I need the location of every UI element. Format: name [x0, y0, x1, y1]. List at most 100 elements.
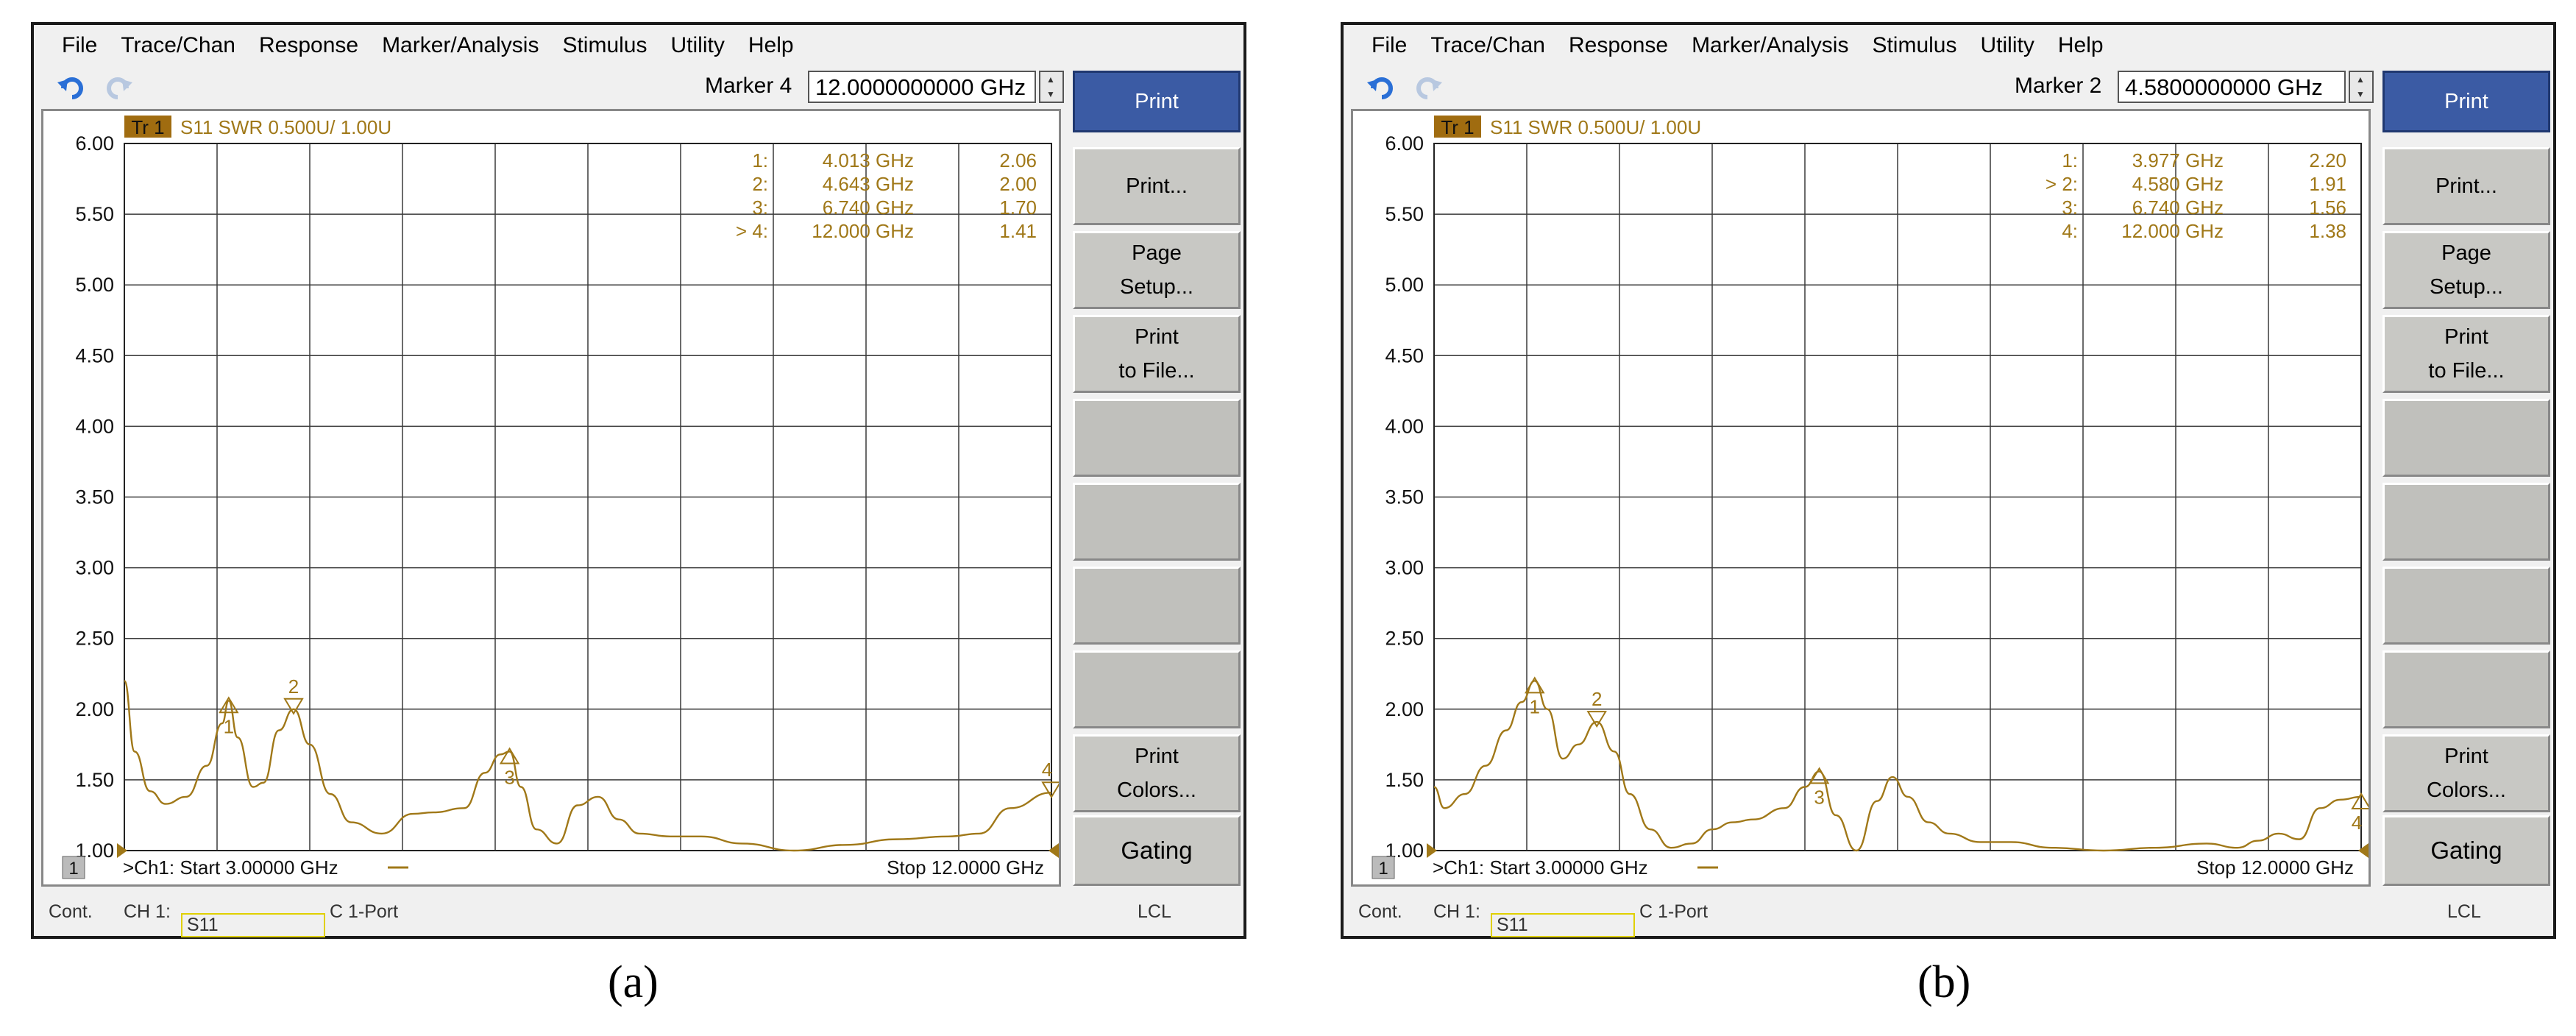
softkey-label: Setup...: [1120, 275, 1193, 299]
marker-table-id: 4:: [2062, 220, 2078, 242]
softkey-print-button[interactable]: Print...: [2382, 147, 2550, 225]
menu-bar: File Trace/Chan Response Marker/Analysis Sti…: [34, 25, 1243, 66]
y-tick-label: 2.00: [75, 698, 114, 720]
y-tick-label: 2.50: [1385, 628, 1424, 650]
softkey-label: Setup...: [2430, 275, 2503, 299]
marker-table-id: > 2:: [2045, 173, 2078, 195]
softkey-empty-6-button[interactable]: [1073, 567, 1241, 645]
menu-marker-analysis[interactable]: Marker/Analysis: [370, 25, 550, 66]
ref-arrow-left: [1427, 843, 1437, 858]
softkey-print-button[interactable]: Print...: [1073, 147, 1241, 225]
softkey-print-to-file-button[interactable]: Print to File...: [2382, 315, 2550, 393]
status-cont: Cont.: [1358, 901, 1402, 922]
softkey-empty-7-button[interactable]: [2382, 650, 2550, 728]
softkey-empty-7-button[interactable]: [1073, 650, 1241, 728]
y-tick-label: 4.00: [1385, 415, 1424, 437]
marker-2[interactable]: [1586, 711, 1607, 728]
marker-table-value: 2.06: [999, 149, 1037, 171]
toolbar: Marker 4 12.0000000000 GHz ▲ ▼: [34, 66, 1067, 109]
marker-spinner[interactable]: ▲ ▼: [2349, 71, 2374, 103]
softkey-label: to File...: [1118, 359, 1195, 383]
marker-table-freq: 6.740 GHz: [2132, 196, 2224, 219]
start-frequency: >Ch1: Start 3.00000 GHz: [123, 856, 338, 879]
trace-title: S11 SWR 0.500U/ 1.00U: [180, 116, 391, 138]
menu-response[interactable]: Response: [247, 25, 370, 66]
undo-icon[interactable]: [1366, 72, 1398, 102]
marker-table-value: 1.91: [2309, 173, 2346, 195]
toolbar: Marker 2 4.5800000000 GHz ▲ ▼: [1344, 66, 2377, 109]
softkey-label: Print: [2444, 745, 2488, 768]
softkey-gating-button[interactable]: Gating: [1073, 815, 1241, 886]
menu-utility[interactable]: Utility: [659, 25, 737, 66]
marker-label-3: 3: [1814, 786, 1824, 808]
softkey-print-colors-button[interactable]: Print Colors...: [1073, 734, 1241, 812]
marker-table-freq: 6.740 GHz: [823, 196, 914, 219]
status-cont: Cont.: [49, 901, 93, 922]
marker-spinner[interactable]: ▲ ▼: [1039, 71, 1064, 103]
softkey-print-button[interactable]: Print: [1073, 71, 1241, 132]
status-cal: C 1-Port: [1639, 901, 1709, 922]
menu-help[interactable]: Help: [737, 25, 806, 66]
marker-table-id: 1:: [2062, 149, 2078, 171]
marker-table-freq: 4.580 GHz: [2132, 173, 2224, 195]
softkey-empty-4-button[interactable]: [2382, 399, 2550, 477]
status-param[interactable]: S11: [1491, 913, 1635, 937]
menu-stimulus[interactable]: Stimulus: [1860, 25, 1968, 66]
softkey-label: to File...: [2428, 359, 2505, 383]
softkey-page-setup-button[interactable]: Page Setup...: [1073, 231, 1241, 309]
trace-display[interactable]: 6.00 5.50 5.00 4.50 4.00 3.50 3.00 2.50 2.00 1.50…: [1351, 109, 2371, 887]
marker-label-4: 4: [1042, 759, 1052, 781]
softkey-gating-button[interactable]: Gating: [2382, 815, 2550, 886]
trace-badge: Tr 1: [1441, 116, 1474, 138]
marker-label-4: 4: [2352, 812, 2362, 834]
menu-response[interactable]: Response: [1557, 25, 1680, 66]
softkey-print-button[interactable]: Print: [2382, 71, 2550, 132]
menu-utility[interactable]: Utility: [1969, 25, 2046, 66]
ref-arrow-left: [117, 843, 127, 858]
marker-table-value: 1.56: [2309, 196, 2346, 219]
softkey-label: Gating: [1121, 837, 1193, 864]
menu-stimulus[interactable]: Stimulus: [550, 25, 659, 66]
menu-file[interactable]: File: [50, 25, 109, 66]
menu-marker-analysis[interactable]: Marker/Analysis: [1680, 25, 1860, 66]
y-tick-label: 1.50: [75, 769, 114, 791]
marker-table-id: 2:: [752, 173, 768, 195]
marker-2[interactable]: [283, 698, 304, 715]
softkey-label: Gating: [2430, 837, 2502, 864]
redo-icon[interactable]: [102, 72, 134, 102]
y-tick-label: 4.50: [1385, 344, 1424, 366]
marker-table-value: 1.41: [999, 220, 1037, 242]
status-channel: CH 1:: [124, 901, 171, 922]
marker-label-1: 1: [224, 715, 234, 737]
menu-help[interactable]: Help: [2046, 25, 2115, 66]
marker-table-freq: 12.000 GHz: [2121, 220, 2224, 242]
marker-label: Marker 2: [2015, 74, 2102, 98]
status-channel: CH 1:: [1433, 901, 1480, 922]
marker-table-value: 1.70: [999, 196, 1037, 219]
start-frequency: >Ch1: Start 3.00000 GHz: [1433, 856, 1648, 879]
undo-icon[interactable]: [56, 72, 88, 102]
softkey-page-setup-button[interactable]: Page Setup...: [2382, 231, 2550, 309]
marker-value-input[interactable]: 4.5800000000 GHz: [2118, 71, 2346, 103]
grid: [1433, 143, 2362, 851]
marker-table-id: > 4:: [736, 220, 768, 242]
softkey-empty-4-button[interactable]: [1073, 399, 1241, 477]
softkey-empty-5-button[interactable]: [1073, 483, 1241, 561]
marker-table-value: 2.20: [2309, 149, 2346, 171]
softkey-label: Print: [1135, 745, 1179, 768]
status-param[interactable]: S11: [181, 913, 325, 937]
menu-trace-chan[interactable]: Trace/Chan: [109, 25, 247, 66]
marker-table-value: 1.38: [2309, 220, 2346, 242]
menu-file[interactable]: File: [1360, 25, 1419, 66]
redo-icon[interactable]: [1411, 72, 1444, 102]
softkey-print-colors-button[interactable]: Print Colors...: [2382, 734, 2550, 812]
marker-value-input[interactable]: 12.0000000000 GHz: [808, 71, 1036, 103]
channel-badge: 1: [1378, 859, 1388, 879]
softkey-panel: Print Print... Page Setup... Print to File...…: [1067, 66, 1243, 890]
softkey-empty-6-button[interactable]: [2382, 567, 2550, 645]
trace-display[interactable]: 6.00 5.50 5.00 4.50 4.00 3.50 3.00 2.50 2.00 1.50…: [41, 109, 1062, 887]
menu-trace-chan[interactable]: Trace/Chan: [1419, 25, 1557, 66]
softkey-empty-5-button[interactable]: [2382, 483, 2550, 561]
softkey-print-to-file-button[interactable]: Print to File...: [1073, 315, 1241, 393]
status-cal: C 1-Port: [330, 901, 399, 922]
